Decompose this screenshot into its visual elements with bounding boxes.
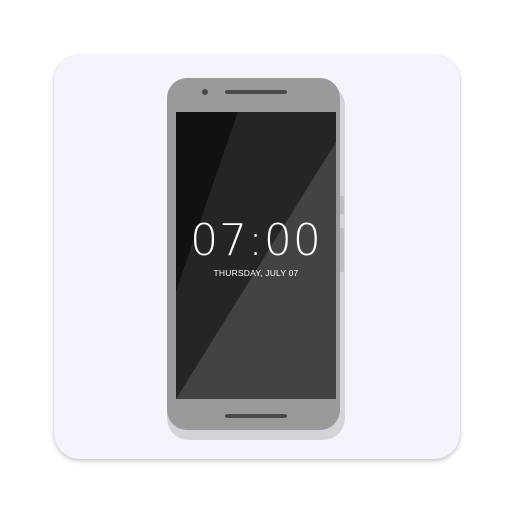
app-icon[interactable]: 07:00 THURSDAY, JULY 07 bbox=[0, 0, 512, 512]
bottom-speaker-grille bbox=[225, 414, 287, 418]
camera-icon bbox=[202, 89, 208, 95]
clock-time: 07:00 bbox=[190, 215, 322, 266]
top-speaker-grille bbox=[225, 90, 287, 94]
clock-date: THURSDAY, JULY 07 bbox=[213, 268, 299, 278]
